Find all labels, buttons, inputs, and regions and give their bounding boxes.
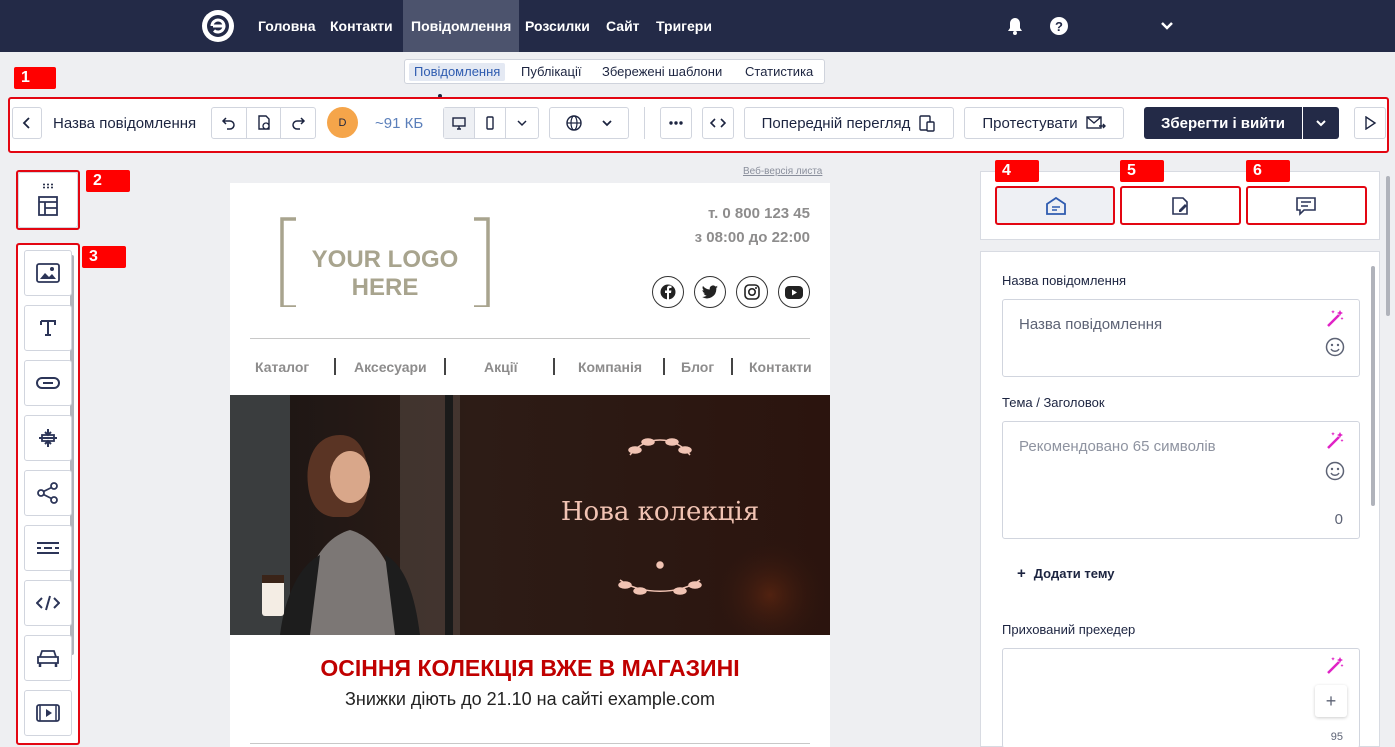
add-subject-label: Додати тему [1033, 566, 1115, 581]
magic-wand-icon[interactable] [1325, 308, 1345, 328]
menu-promotions[interactable]: Акції [484, 359, 518, 375]
content-divider [250, 743, 810, 744]
email-subheading[interactable]: Знижки діють до 21.10 на сайті example.c… [230, 689, 830, 710]
svg-text:?: ? [1055, 19, 1063, 34]
top-navigation: Головна Контакти Повідомлення Розсилки С… [0, 0, 1395, 52]
subject-label: Тема / Заголовок [1002, 395, 1105, 410]
preheader-char-count: 95 [1330, 731, 1343, 743]
subject-placeholder: Рекомендовано 65 символів [1019, 438, 1216, 455]
phone-text: т. 0 800 123 45 [708, 205, 810, 222]
annotation-box-tab-design [1120, 186, 1241, 225]
menu-contacts[interactable]: Контакти [749, 359, 812, 375]
message-settings-panel: Назва повідомлення Назва повідомлення Те… [980, 251, 1380, 747]
annotation-badge-3: 3 [82, 246, 126, 268]
youtube-icon[interactable] [778, 276, 810, 308]
logo-placeholder[interactable]: YOUR LOGO HERE [280, 217, 490, 309]
banner-title: Нова колекція [561, 497, 759, 527]
panel-scrollbar[interactable] [1386, 176, 1390, 316]
preheader-field[interactable]: + 95 [1002, 648, 1360, 747]
annotation-badge-1: 1 [14, 67, 56, 89]
annotation-box-tab-comments [1246, 186, 1367, 225]
subtab-saved-templates[interactable]: Збережені шаблони [597, 63, 727, 81]
emoji-icon[interactable] [1325, 337, 1345, 357]
nav-contacts[interactable]: Контакти [330, 0, 393, 52]
nav-site[interactable]: Сайт [606, 0, 640, 52]
message-subtabs: Повідомлення Публікації Збережені шаблон… [404, 59, 825, 84]
nav-triggers[interactable]: Тригери [656, 0, 712, 52]
message-name-field[interactable]: Назва повідомлення [1002, 299, 1360, 377]
chevron-down-icon[interactable] [1157, 16, 1177, 36]
annotation-box-structure [16, 170, 80, 230]
emoji-icon[interactable] [1325, 461, 1345, 481]
web-version-link[interactable]: Веб-версія листа [743, 166, 822, 177]
plus-icon: + [1017, 565, 1026, 582]
menu-separator [444, 358, 446, 375]
annotation-box-tab-settings [995, 186, 1115, 225]
annotation-box-blocks [16, 243, 80, 745]
name-label: Назва повідомлення [1002, 273, 1127, 288]
app-logo-icon[interactable] [202, 10, 234, 42]
annotation-badge-4: 4 [995, 160, 1039, 182]
hours-text: з 08:00 до 22:00 [694, 229, 810, 246]
bell-icon[interactable] [1005, 16, 1025, 36]
annotation-box-toolbar [8, 97, 1389, 153]
subtab-statistics[interactable]: Статистика [740, 63, 818, 81]
subtab-messages[interactable]: Повідомлення [409, 63, 506, 81]
email-canvas: YOUR LOGO HERE т. 0 800 123 45 з 08:00 д… [230, 183, 830, 747]
twitter-icon[interactable] [694, 276, 726, 308]
menu-separator [731, 358, 733, 375]
subject-char-count: 0 [1334, 511, 1343, 528]
hero-banner[interactable]: Нова колекція [230, 395, 830, 635]
magic-wand-icon[interactable] [1325, 655, 1345, 675]
add-subject-button[interactable]: + Додати тему [1017, 565, 1115, 582]
settings-scrollbar[interactable] [1371, 266, 1375, 506]
instagram-icon[interactable] [736, 276, 768, 308]
facebook-icon[interactable] [652, 276, 684, 308]
menu-blog[interactable]: Блог [681, 359, 714, 375]
annotation-badge-6: 6 [1246, 160, 1290, 182]
menu-separator [663, 358, 665, 375]
menu-separator [553, 358, 555, 375]
email-heading[interactable]: ОСІННЯ КОЛЕКЦІЯ ВЖЕ В МАГАЗИНІ [230, 655, 830, 682]
add-variable-button[interactable]: + [1315, 685, 1347, 717]
message-name-value: Назва повідомлення [1019, 316, 1163, 333]
magic-wand-icon[interactable] [1325, 430, 1345, 450]
menu-company[interactable]: Компанія [578, 359, 642, 375]
help-icon[interactable]: ? [1049, 16, 1069, 36]
subtab-publications[interactable]: Публікації [516, 63, 586, 81]
annotation-badge-5: 5 [1120, 160, 1164, 182]
hero-image: Нова колекція [230, 395, 830, 635]
nav-messages[interactable]: Повідомлення [403, 0, 520, 52]
menu-catalog[interactable]: Каталог [255, 359, 309, 375]
subject-field[interactable]: Рекомендовано 65 символів 0 [1002, 421, 1360, 539]
menu-separator [334, 358, 336, 375]
annotation-badge-2: 2 [86, 170, 130, 192]
nav-campaigns[interactable]: Розсилки [525, 0, 590, 52]
preheader-label: Прихований прехедер [1002, 622, 1136, 637]
menu-accessories[interactable]: Аксесуари [354, 359, 427, 375]
logo-text: YOUR LOGO HERE [311, 246, 459, 301]
header-divider [250, 338, 810, 339]
nav-home[interactable]: Головна [258, 0, 316, 52]
